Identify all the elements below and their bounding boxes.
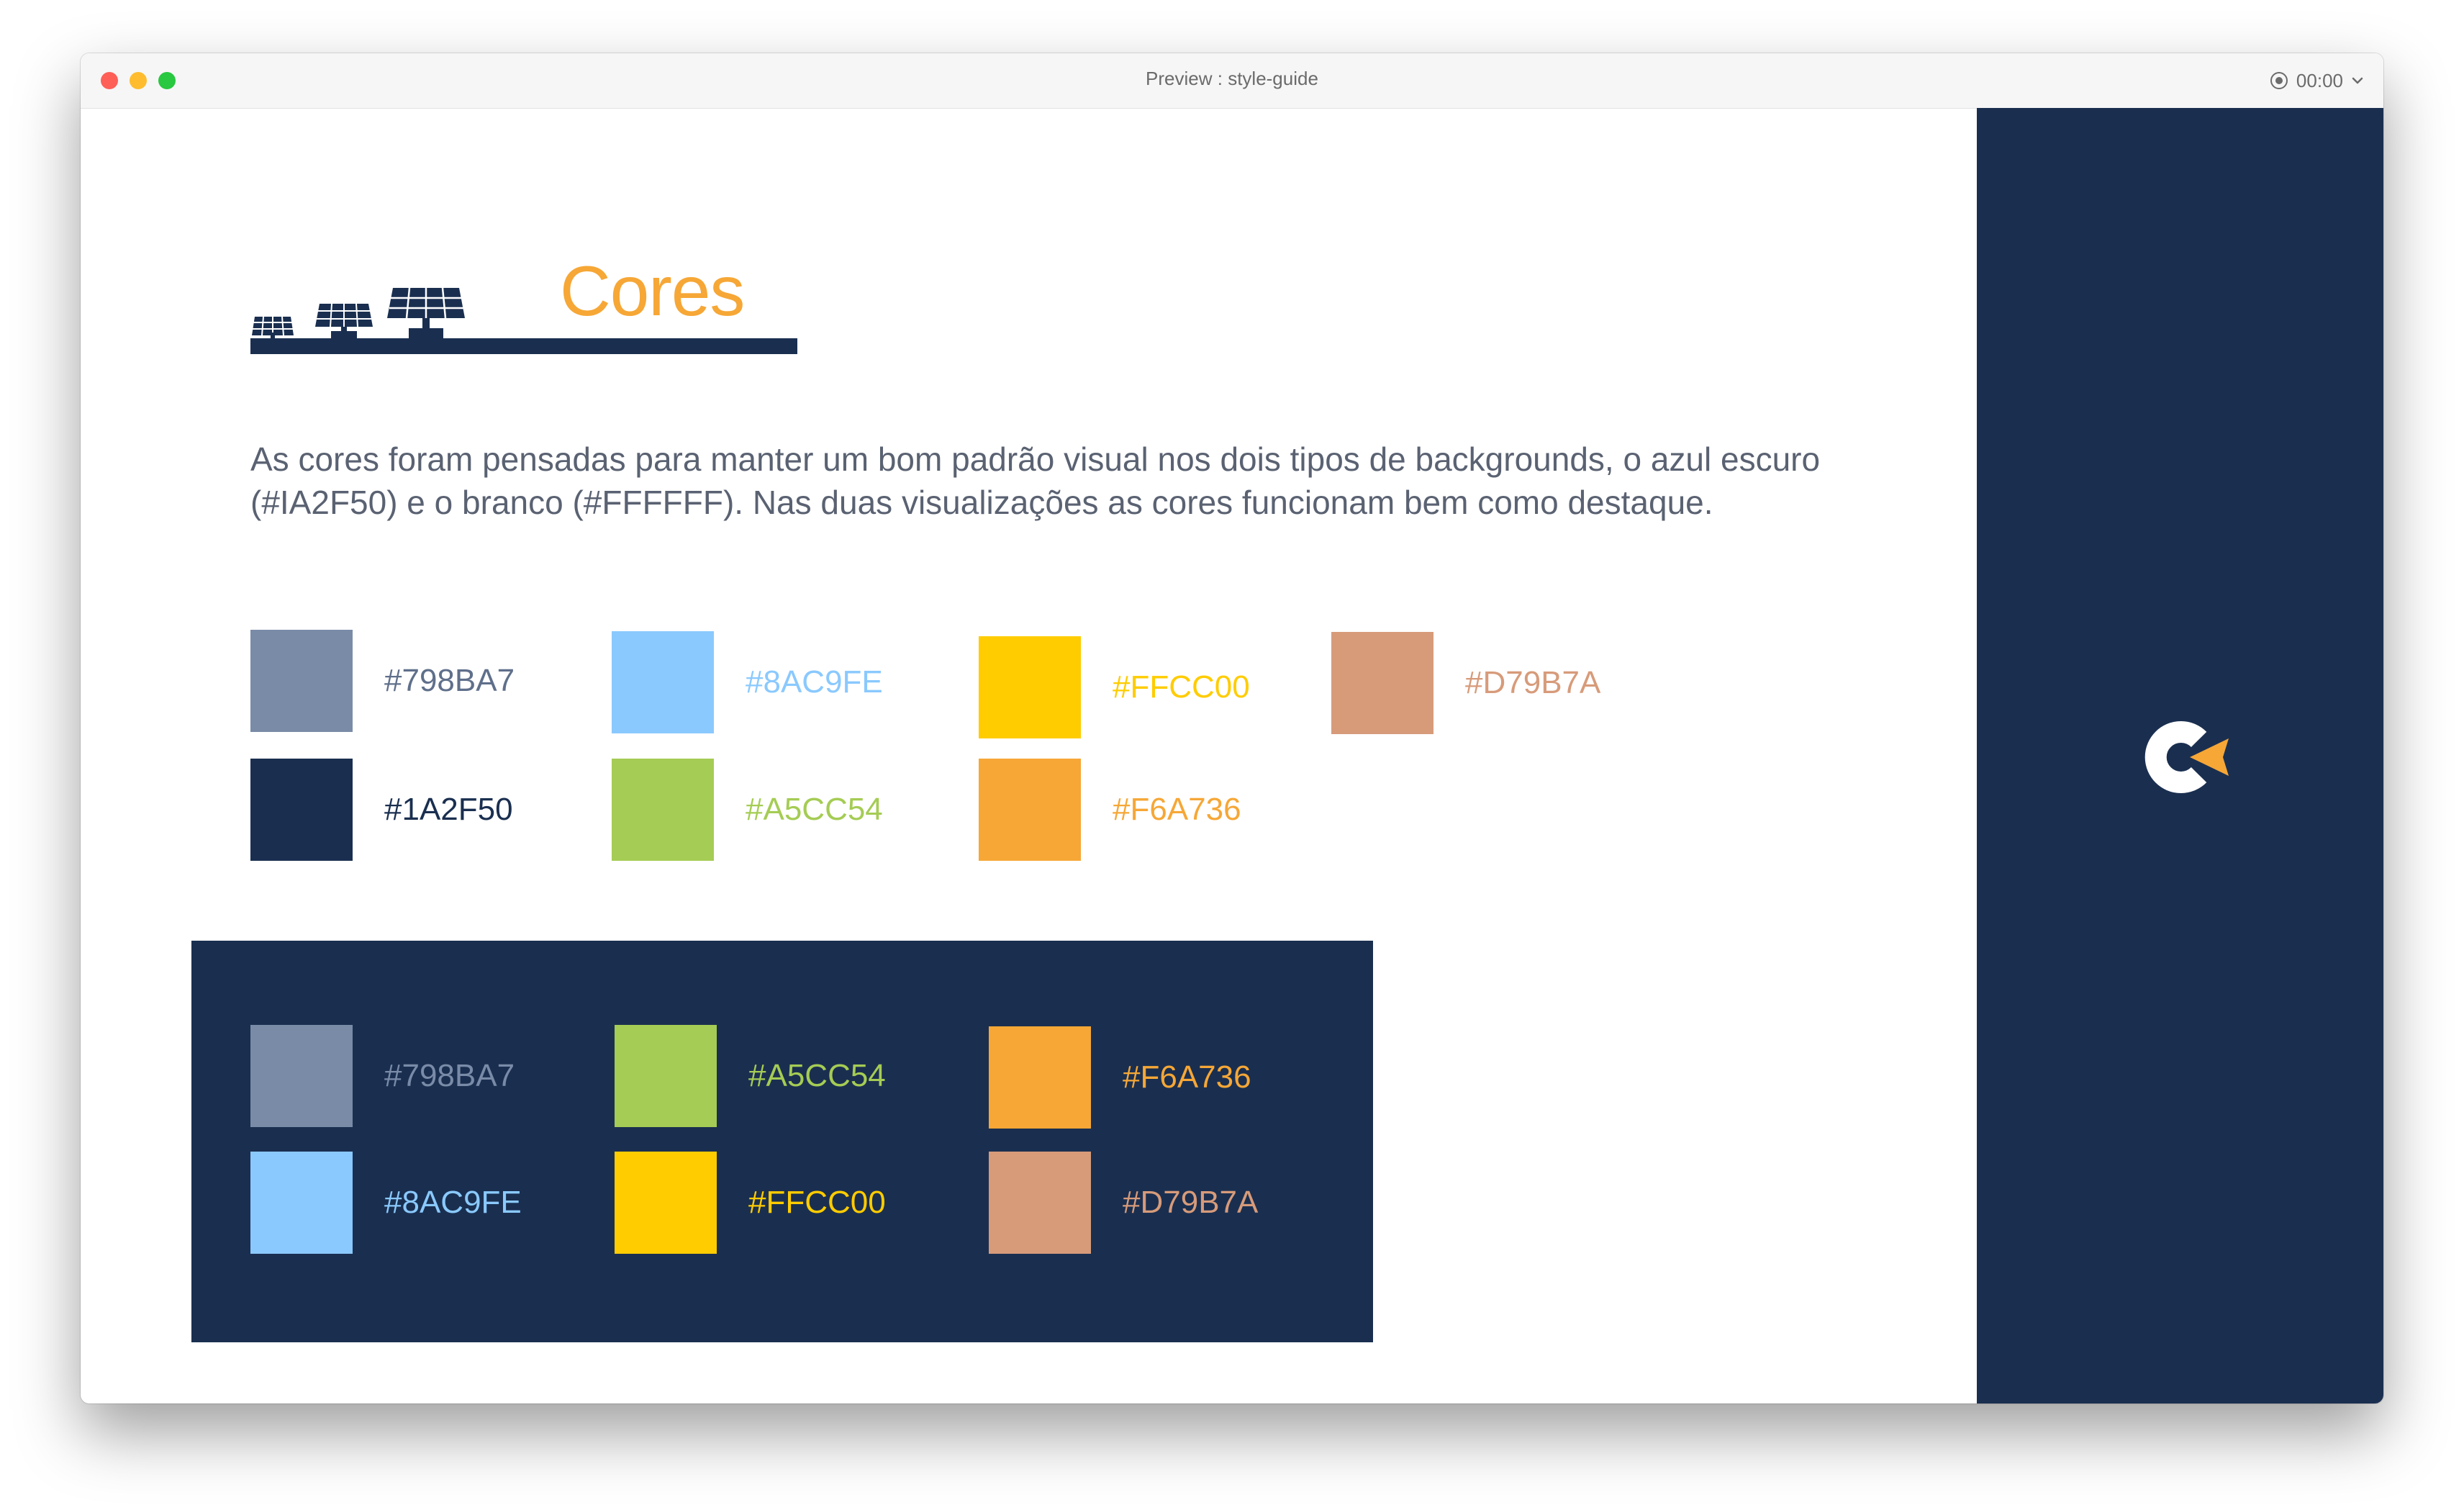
color-hex-label-dark: #8AC9FE: [384, 1185, 522, 1220]
slide-description: As cores foram pensadas para manter um b…: [250, 438, 1834, 524]
color-hex-label: #FFCC00: [1113, 669, 1250, 705]
color-swatch-dark: [615, 1025, 717, 1127]
color-hex-label: #8AC9FE: [746, 664, 883, 700]
color-swatch-dark: [250, 1152, 353, 1254]
description-line: (#IA2F50) e o branco (#FFFFFF). Nas duas…: [250, 484, 1713, 521]
timer-dropdown[interactable]: 00:00: [2269, 66, 2365, 95]
color-hex-label: #1A2F50: [384, 792, 513, 827]
color-hex-label-dark: #FFCC00: [748, 1185, 886, 1220]
section-heading: Cores: [250, 248, 797, 363]
color-swatch-dark: [989, 1026, 1091, 1129]
color-hex-label: #D79B7A: [1465, 665, 1601, 700]
chevron-down-icon: [2352, 77, 2363, 84]
color-hex-label-dark: #F6A736: [1123, 1059, 1251, 1095]
color-hex-label-dark: #A5CC54: [748, 1058, 886, 1093]
preview-window: Preview : style-guide 00:00 Cores As cor…: [81, 53, 2383, 1403]
color-hex-label: #A5CC54: [746, 792, 883, 827]
color-swatch: [979, 636, 1081, 738]
color-hex-label-dark: #798BA7: [384, 1058, 515, 1093]
record-icon: [2270, 72, 2288, 89]
window-title: Preview : style-guide: [1146, 68, 1318, 89]
color-swatch: [1331, 632, 1433, 734]
timer-value: 00:00: [2296, 69, 2343, 91]
brand-sidebar: [1977, 108, 2383, 1403]
dark-background-panel: #798BA7 #A5CC54 #F6A736 #8AC9FE #FFCC00 …: [191, 941, 1373, 1342]
color-swatch: [250, 759, 353, 861]
color-hex-label: #F6A736: [1113, 792, 1241, 827]
color-swatch: [979, 759, 1081, 861]
color-swatch: [612, 631, 714, 733]
logo-icon: [2144, 721, 2229, 793]
title-bar: Preview : style-guide 00:00: [81, 53, 2383, 109]
color-swatch-dark: [250, 1025, 353, 1127]
color-hex-label-dark: #D79B7A: [1123, 1185, 1259, 1220]
color-swatch-dark: [989, 1152, 1091, 1254]
color-swatch: [250, 630, 353, 732]
slide-canvas: Cores As cores foram pensadas para mante…: [81, 108, 2383, 1403]
slide-title: Cores: [560, 251, 745, 330]
description-line: As cores foram pensadas para manter um b…: [250, 440, 1821, 478]
color-swatch: [612, 759, 714, 861]
color-swatch-dark: [615, 1152, 717, 1254]
color-hex-label: #798BA7: [384, 663, 515, 698]
